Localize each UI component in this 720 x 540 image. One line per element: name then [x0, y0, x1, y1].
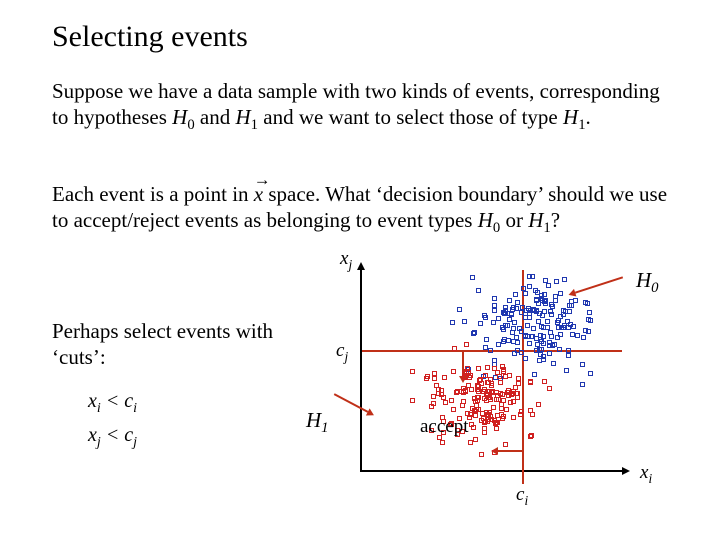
left-arrow-icon — [498, 450, 522, 452]
cond2-lhs: x — [88, 424, 97, 446]
cond1-rhs: c — [124, 390, 133, 412]
accept-region-label: accept — [420, 416, 469, 438]
scatter-plot: accept xj cj xi ci H0 H1 — [340, 270, 640, 500]
p1-h1: H — [236, 105, 251, 129]
paragraph-2: Each event is a point in x space. What ‘… — [52, 178, 672, 238]
p1-h1b: H — [563, 105, 578, 129]
p2-h0: H — [478, 208, 493, 232]
p2-text-c: or — [500, 208, 528, 232]
cond2-op: < — [101, 424, 125, 446]
x-cut-label: ci — [516, 484, 528, 509]
slide-title: Selecting events — [52, 20, 248, 54]
x-axis-label: xi — [640, 462, 652, 487]
p2-text-a: Each event is a point in — [52, 182, 254, 206]
y-cut-label: cj — [336, 340, 348, 365]
y-axis-label: xj — [340, 248, 352, 273]
paragraph-3: Perhaps select events with ‘cuts’: — [52, 318, 282, 371]
p1-text-b: and — [195, 105, 236, 129]
p1-text-c: and we want to select those of type — [258, 105, 563, 129]
h0-pointer-arrow — [575, 276, 623, 293]
p2-h1: H — [528, 208, 543, 232]
p2-h1-sub: 1 — [543, 220, 550, 236]
h1-pointer-arrow — [334, 393, 368, 413]
cut-condition-2: xj < cj — [88, 424, 137, 451]
p1-h0-sub: 0 — [187, 117, 194, 133]
p2-q: ? — [551, 208, 560, 232]
p1-h1b-sub: 1 — [578, 117, 585, 133]
cond2-rhs-sub: j — [133, 435, 137, 450]
x-vector: x — [254, 178, 263, 207]
cond1-lhs: x — [88, 390, 97, 412]
cond1-rhs-sub: i — [133, 401, 137, 416]
h0-label: H0 — [636, 268, 659, 297]
cut-condition-1: xi < ci — [88, 390, 137, 417]
h1-label: H1 — [306, 408, 329, 437]
p1-h1-sub: 1 — [251, 117, 258, 133]
plot-axes: accept xj cj xi ci H0 H1 — [360, 270, 622, 472]
p1-text-d: . — [586, 105, 591, 129]
vertical-cut-line — [522, 270, 524, 484]
cond2-rhs: c — [124, 424, 133, 446]
cond1-op: < — [101, 390, 125, 412]
p1-h0: H — [172, 105, 187, 129]
paragraph-1: Suppose we have a data sample with two k… — [52, 78, 672, 135]
